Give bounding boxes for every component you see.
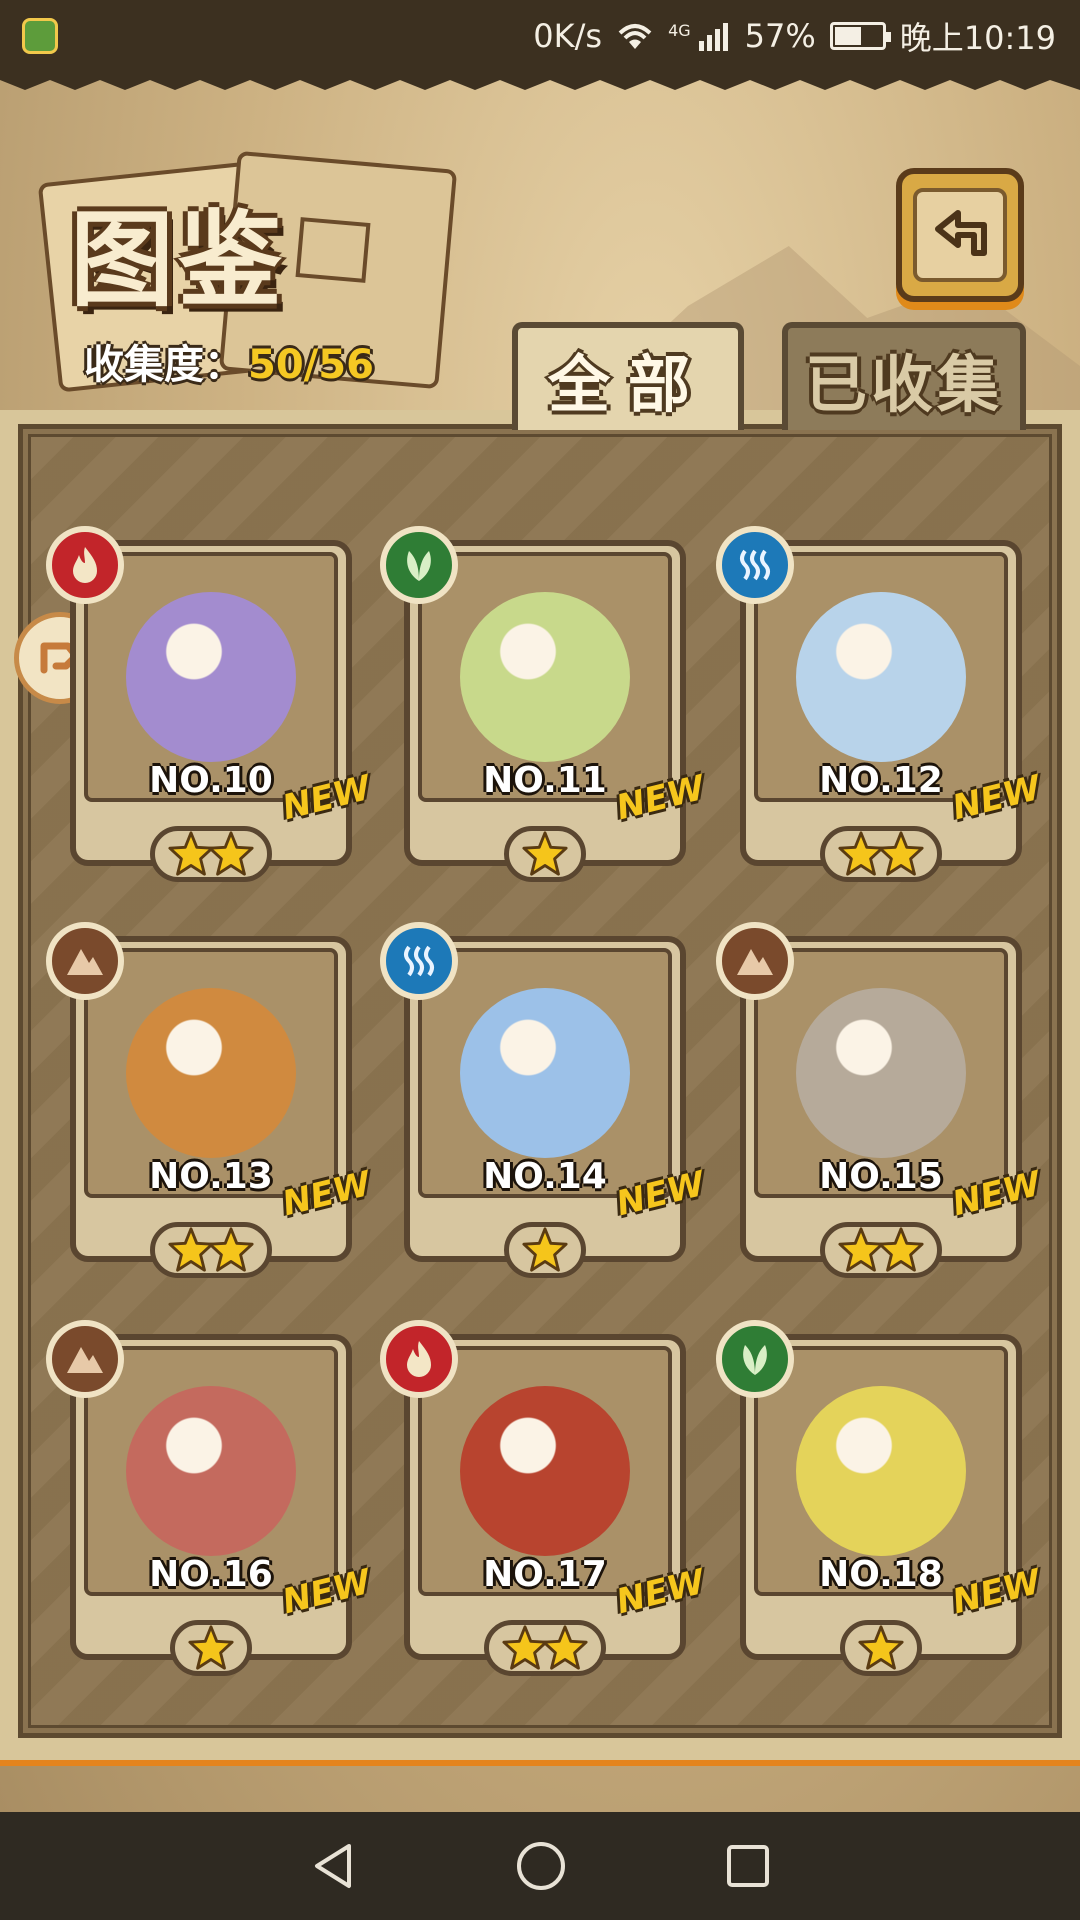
- rarity-stars: [62, 1620, 360, 1676]
- tab-all-label: 全部: [547, 348, 708, 421]
- navigation-bar: [0, 1812, 1080, 1920]
- back-button[interactable]: [896, 168, 1024, 302]
- battery-icon: [829, 22, 891, 50]
- clock: 晚上10:19: [899, 19, 1056, 57]
- element-earth-icon: [716, 922, 794, 1000]
- cellular-signal-icon: 4G: [668, 21, 731, 51]
- monster-figure: [796, 1386, 966, 1556]
- monster-figure: [796, 592, 966, 762]
- battery-percent: 57%: [744, 17, 816, 55]
- rarity-stars: [396, 1620, 694, 1676]
- monster-figure: [460, 988, 630, 1158]
- tab-all[interactable]: 全部: [512, 322, 744, 430]
- recents-nav-icon[interactable]: [723, 1841, 773, 1891]
- app-notification-icon: [22, 18, 58, 54]
- star-icon: [522, 1227, 568, 1272]
- back-nav-icon[interactable]: [307, 1840, 359, 1892]
- monster-figure: [126, 592, 296, 762]
- collection-progress: 收集度： 50/56: [84, 332, 374, 390]
- monster-card[interactable]: NO.14 NEW: [380, 922, 709, 1278]
- element-fire-icon: [46, 526, 124, 604]
- rarity-stars: [732, 1222, 1030, 1278]
- back-icon: [913, 188, 1007, 282]
- element-water-icon: [716, 526, 794, 604]
- monster-card[interactable]: NO.17 NEW: [380, 1320, 709, 1676]
- monster-card[interactable]: NO.12 NEW: [716, 526, 1045, 882]
- rarity-stars: [62, 826, 360, 882]
- tab-collected[interactable]: 已收集: [782, 322, 1026, 430]
- monster-card[interactable]: NO.16 NEW: [46, 1320, 375, 1676]
- page-title: 图鉴: [70, 198, 287, 321]
- rarity-stars: [62, 1222, 360, 1278]
- collection-value: 50/56: [248, 342, 374, 388]
- monster-figure: [796, 988, 966, 1158]
- rarity-stars: [396, 826, 694, 882]
- book-page-diagram: [295, 217, 371, 283]
- status-bar: 0K/s 4G 57% 晚上10:19: [0, 0, 1080, 90]
- star-icon: [522, 831, 568, 876]
- element-fire-icon: [380, 1320, 458, 1398]
- rarity-stars: [732, 1620, 1030, 1676]
- element-earth-icon: [46, 922, 124, 1000]
- home-nav-icon[interactable]: [513, 1838, 569, 1894]
- element-earth-icon: [46, 1320, 124, 1398]
- star-icon: [542, 1625, 588, 1670]
- monster-figure: [460, 1386, 630, 1556]
- wifi-icon: [616, 21, 654, 51]
- star-icon: [188, 1625, 234, 1670]
- monster-figure: [126, 1386, 296, 1556]
- monster-card[interactable]: NO.18 NEW: [716, 1320, 1045, 1676]
- star-icon: [878, 831, 924, 876]
- network-type: 4G: [668, 21, 691, 40]
- net-speed: 0K/s: [533, 17, 603, 55]
- star-icon: [858, 1625, 904, 1670]
- element-leaf-icon: [380, 526, 458, 604]
- tab-collected-label: 已收集: [804, 348, 1003, 421]
- status-bar-zigzag: [0, 68, 1080, 90]
- collection-label: 收集度：: [84, 342, 244, 388]
- star-icon: [208, 1227, 254, 1272]
- monster-card[interactable]: NO.15 NEW: [716, 922, 1045, 1278]
- monster-card[interactable]: NO.10 NEW: [46, 526, 375, 882]
- star-icon: [878, 1227, 924, 1272]
- rarity-stars: [396, 1222, 694, 1278]
- element-leaf-icon: [716, 1320, 794, 1398]
- rarity-stars: [732, 826, 1030, 882]
- monster-card[interactable]: NO.13 NEW: [46, 922, 375, 1278]
- monster-card[interactable]: NO.11 NEW: [380, 526, 709, 882]
- monster-figure: [460, 592, 630, 762]
- monster-figure: [126, 988, 296, 1158]
- star-icon: [208, 831, 254, 876]
- element-water-icon: [380, 922, 458, 1000]
